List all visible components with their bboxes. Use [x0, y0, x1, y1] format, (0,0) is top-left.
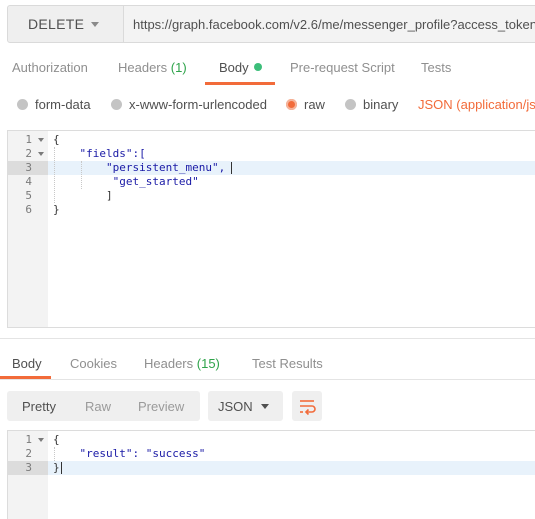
request-bar: DELETE https://graph.facebook.com/v2.6/m…	[0, 0, 535, 48]
text-cursor	[231, 162, 232, 174]
tab-authorization[interactable]: Authorization	[12, 60, 88, 75]
wrap-lines-icon	[300, 400, 316, 416]
url-input[interactable]: https://graph.facebook.com/v2.6/me/messe…	[124, 5, 535, 43]
tab-headers[interactable]: Headers (1)	[118, 60, 187, 75]
radio-label: binary	[363, 97, 399, 112]
code-text: "get_started"	[53, 175, 199, 188]
tab-label: Headers	[118, 60, 168, 75]
code-text: }	[53, 461, 60, 474]
tab-test-results[interactable]: Test Results	[252, 356, 323, 371]
tab-label: Cookies	[70, 356, 117, 371]
code-line-active: 3 }	[8, 461, 535, 475]
fold-arrow-icon[interactable]	[38, 138, 44, 142]
radio-icon	[111, 99, 122, 110]
response-body-viewer[interactable]: 1 { 2 "result": "success" 3 }	[7, 430, 535, 519]
method-label: DELETE	[28, 16, 85, 32]
section-divider	[0, 338, 535, 339]
tab-label: Body	[219, 60, 249, 75]
code-text: ]	[53, 189, 113, 202]
tab-response-body[interactable]: Body	[12, 356, 42, 371]
fold-arrow-icon[interactable]	[38, 152, 44, 156]
request-body-editor[interactable]: 1 { 2 "fields":[ 3 "persistent_menu", 4 …	[7, 130, 535, 328]
headers-count: (15)	[196, 356, 220, 371]
tab-tests[interactable]: Tests	[421, 60, 451, 75]
code-text: {	[53, 133, 60, 146]
method-select[interactable]: DELETE	[7, 5, 124, 43]
radio-raw[interactable]: raw	[286, 97, 325, 112]
active-tab-underline	[205, 82, 275, 85]
tab-label: Body	[12, 356, 42, 371]
radio-icon	[17, 99, 28, 110]
radio-form-data[interactable]: form-data	[17, 97, 91, 112]
tab-label: Pre-request Script	[290, 60, 395, 75]
tab-label: Tests	[421, 60, 452, 75]
code-text: "fields":[	[53, 147, 146, 160]
headers-count: (1)	[170, 60, 187, 75]
wrap-lines-button[interactable]	[292, 391, 322, 421]
radio-icon	[345, 99, 356, 110]
tab-pre-request-script[interactable]: Pre-request Script	[290, 60, 395, 75]
code-text: "persistent_menu",	[53, 161, 226, 174]
code-line: 2 "fields":[	[8, 147, 535, 161]
response-toolbar: Pretty Raw Preview JSON	[0, 384, 535, 430]
code-line: 6 }	[8, 203, 535, 217]
radio-selected-icon	[286, 99, 297, 110]
tab-cookies[interactable]: Cookies	[70, 356, 117, 371]
code-text: {	[53, 433, 60, 446]
line-number: 4	[25, 175, 32, 188]
indent-guide	[81, 161, 82, 189]
radio-label: x-www-form-urlencoded	[129, 97, 267, 112]
view-pretty-button[interactable]: Pretty	[22, 399, 56, 414]
view-raw-button[interactable]: Raw	[85, 399, 111, 414]
request-tabs: Authorization Headers (1) Body Pre-reque…	[0, 52, 535, 86]
body-indicator-dot	[253, 63, 262, 71]
content-type-select[interactable]: JSON (application/json)	[418, 97, 535, 112]
code-line: 1 {	[8, 433, 535, 447]
radio-label: raw	[304, 97, 325, 112]
format-label: JSON	[218, 398, 253, 414]
code-line: 5 ]	[8, 189, 535, 203]
format-select[interactable]: JSON	[208, 391, 283, 421]
view-mode-group: Pretty Raw Preview	[7, 391, 200, 421]
line-number: 6	[25, 203, 32, 216]
tab-label: Test Results	[252, 356, 323, 371]
response-tabs: Body Cookies Headers (15) Test Results	[0, 348, 535, 380]
line-number: 2	[25, 447, 32, 460]
indent-guide	[54, 447, 55, 461]
code-text: }	[53, 203, 60, 216]
code-line: 4 "get_started"	[8, 175, 535, 189]
body-mode-options: form-data x-www-form-urlencoded raw bina…	[0, 90, 535, 120]
radio-binary[interactable]: binary	[345, 97, 398, 112]
line-number: 3	[8, 461, 48, 475]
chevron-down-icon	[261, 404, 269, 409]
tab-body[interactable]: Body	[219, 60, 262, 75]
code-line: 1 {	[8, 133, 535, 147]
line-number: 5	[25, 189, 32, 202]
radio-urlencoded[interactable]: x-www-form-urlencoded	[111, 97, 267, 112]
indent-guide	[54, 147, 55, 203]
radio-label: form-data	[35, 97, 91, 112]
tab-label: Headers	[144, 356, 194, 371]
view-preview-button[interactable]: Preview	[138, 399, 184, 414]
line-number: 3	[8, 161, 48, 175]
tab-response-headers[interactable]: Headers (15)	[144, 356, 220, 371]
code-line: 2 "result": "success"	[8, 447, 535, 461]
text-cursor	[61, 462, 62, 474]
chevron-down-icon	[91, 22, 99, 27]
fold-arrow-icon[interactable]	[38, 438, 44, 442]
active-tab-underline	[0, 376, 51, 379]
tab-label: Authorization	[12, 60, 88, 75]
code-line-active: 3 "persistent_menu",	[8, 161, 535, 175]
code-text: "result": "success"	[53, 447, 206, 460]
